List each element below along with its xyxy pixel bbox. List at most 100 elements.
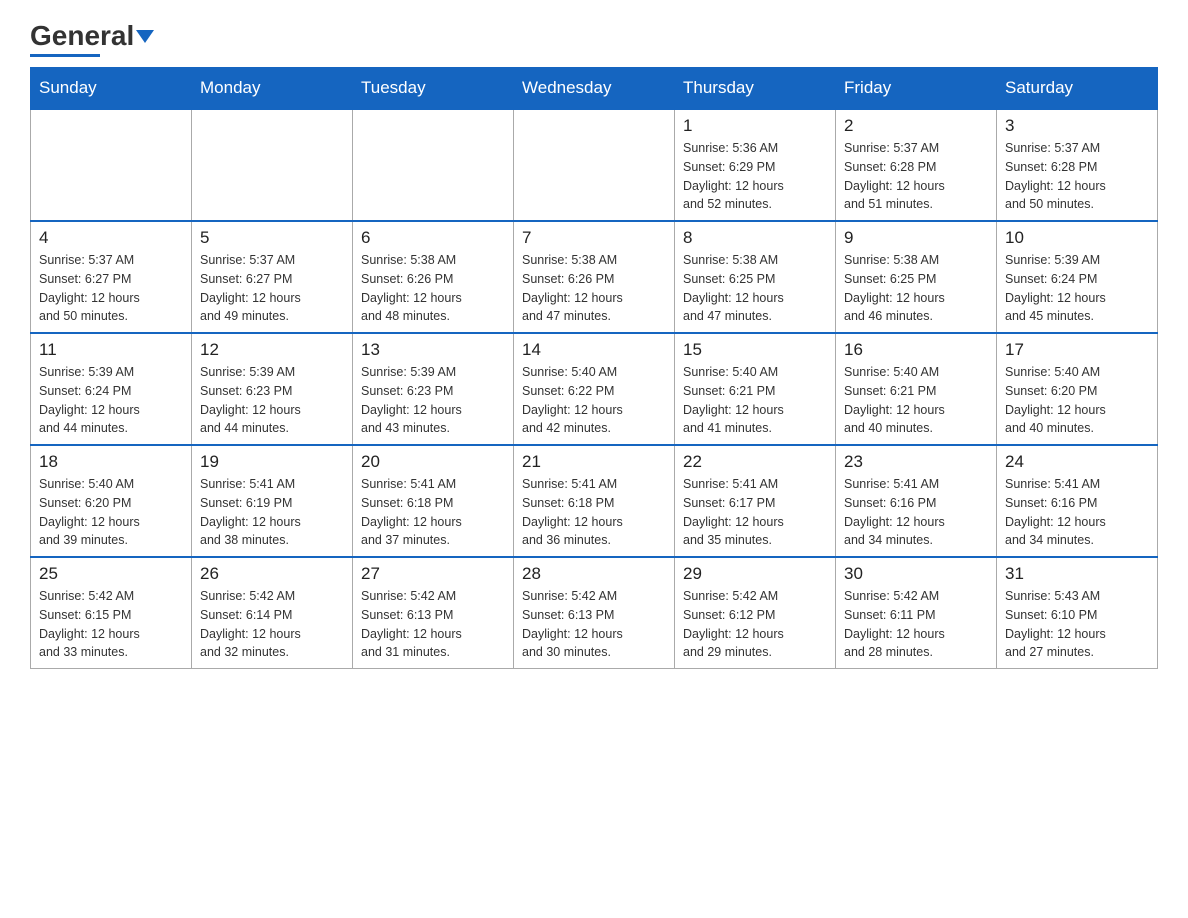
day-number: 30	[844, 564, 988, 584]
day-info: Sunrise: 5:36 AMSunset: 6:29 PMDaylight:…	[683, 139, 827, 214]
day-number: 26	[200, 564, 344, 584]
calendar-cell: 13Sunrise: 5:39 AMSunset: 6:23 PMDayligh…	[353, 333, 514, 445]
day-info: Sunrise: 5:41 AMSunset: 6:18 PMDaylight:…	[361, 475, 505, 550]
calendar-cell: 10Sunrise: 5:39 AMSunset: 6:24 PMDayligh…	[997, 221, 1158, 333]
day-info: Sunrise: 5:39 AMSunset: 6:24 PMDaylight:…	[1005, 251, 1149, 326]
logo: General	[30, 20, 154, 57]
day-info: Sunrise: 5:42 AMSunset: 6:14 PMDaylight:…	[200, 587, 344, 662]
calendar-cell: 21 Sunrise: 5:41 AMSunset: 6:18 PMDayligh…	[514, 445, 675, 557]
day-info: Sunrise: 5:40 AMSunset: 6:22 PMDaylight:…	[522, 363, 666, 438]
day-number: 13	[361, 340, 505, 360]
week-row-1: 1 Sunrise: 5:36 AMSunset: 6:29 PMDaylight…	[31, 109, 1158, 221]
day-number: 18	[39, 452, 183, 472]
day-number: 5	[200, 228, 344, 248]
calendar-cell	[192, 109, 353, 221]
day-info: Sunrise: 5:40 AMSunset: 6:21 PMDaylight:…	[683, 363, 827, 438]
page-header: General	[30, 20, 1158, 57]
calendar-cell: 19Sunrise: 5:41 AMSunset: 6:19 PMDayligh…	[192, 445, 353, 557]
calendar-cell: 15 Sunrise: 5:40 AMSunset: 6:21 PMDayligh…	[675, 333, 836, 445]
calendar-cell: 16Sunrise: 5:40 AMSunset: 6:21 PMDayligh…	[836, 333, 997, 445]
day-info: Sunrise: 5:41 AMSunset: 6:18 PMDaylight:…	[522, 475, 666, 550]
week-row-5: 25 Sunrise: 5:42 AMSunset: 6:15 PMDayligh…	[31, 557, 1158, 669]
day-info: Sunrise: 5:41 AMSunset: 6:19 PMDaylight:…	[200, 475, 344, 550]
day-info: Sunrise: 5:42 AMSunset: 6:13 PMDaylight:…	[361, 587, 505, 662]
day-number: 11	[39, 340, 183, 360]
header-row: SundayMondayTuesdayWednesdayThursdayFrid…	[31, 68, 1158, 110]
day-number: 15	[683, 340, 827, 360]
day-number: 21	[522, 452, 666, 472]
day-number: 12	[200, 340, 344, 360]
calendar-cell: 2 Sunrise: 5:37 AMSunset: 6:28 PMDaylight…	[836, 109, 997, 221]
day-info: Sunrise: 5:40 AMSunset: 6:21 PMDaylight:…	[844, 363, 988, 438]
day-info: Sunrise: 5:42 AMSunset: 6:13 PMDaylight:…	[522, 587, 666, 662]
day-number: 20	[361, 452, 505, 472]
day-number: 23	[844, 452, 988, 472]
calendar-cell: 29Sunrise: 5:42 AMSunset: 6:12 PMDayligh…	[675, 557, 836, 669]
calendar-cell: 4 Sunrise: 5:37 AMSunset: 6:27 PMDaylight…	[31, 221, 192, 333]
day-info: Sunrise: 5:39 AMSunset: 6:24 PMDaylight:…	[39, 363, 183, 438]
calendar-cell: 3Sunrise: 5:37 AMSunset: 6:28 PMDaylight…	[997, 109, 1158, 221]
calendar-cell: 28 Sunrise: 5:42 AMSunset: 6:13 PMDayligh…	[514, 557, 675, 669]
day-info: Sunrise: 5:38 AMSunset: 6:25 PMDaylight:…	[844, 251, 988, 326]
day-number: 24	[1005, 452, 1149, 472]
calendar-cell: 6 Sunrise: 5:38 AMSunset: 6:26 PMDaylight…	[353, 221, 514, 333]
day-number: 22	[683, 452, 827, 472]
calendar-cell	[353, 109, 514, 221]
calendar-cell: 9 Sunrise: 5:38 AMSunset: 6:25 PMDaylight…	[836, 221, 997, 333]
day-info: Sunrise: 5:42 AMSunset: 6:11 PMDaylight:…	[844, 587, 988, 662]
calendar-cell: 22 Sunrise: 5:41 AMSunset: 6:17 PMDayligh…	[675, 445, 836, 557]
calendar-cell: 30 Sunrise: 5:42 AMSunset: 6:11 PMDayligh…	[836, 557, 997, 669]
day-info: Sunrise: 5:39 AMSunset: 6:23 PMDaylight:…	[200, 363, 344, 438]
calendar-cell: 31 Sunrise: 5:43 AMSunset: 6:10 PMDayligh…	[997, 557, 1158, 669]
day-info: Sunrise: 5:41 AMSunset: 6:17 PMDaylight:…	[683, 475, 827, 550]
day-info: Sunrise: 5:41 AMSunset: 6:16 PMDaylight:…	[1005, 475, 1149, 550]
calendar-cell	[31, 109, 192, 221]
col-header-sunday: Sunday	[31, 68, 192, 110]
day-number: 4	[39, 228, 183, 248]
day-info: Sunrise: 5:41 AMSunset: 6:16 PMDaylight:…	[844, 475, 988, 550]
day-number: 7	[522, 228, 666, 248]
day-number: 6	[361, 228, 505, 248]
day-info: Sunrise: 5:38 AMSunset: 6:26 PMDaylight:…	[361, 251, 505, 326]
logo-main-text: General	[30, 20, 154, 52]
day-info: Sunrise: 5:43 AMSunset: 6:10 PMDaylight:…	[1005, 587, 1149, 662]
day-number: 29	[683, 564, 827, 584]
calendar-cell: 25 Sunrise: 5:42 AMSunset: 6:15 PMDayligh…	[31, 557, 192, 669]
day-number: 17	[1005, 340, 1149, 360]
calendar-cell: 18 Sunrise: 5:40 AMSunset: 6:20 PMDayligh…	[31, 445, 192, 557]
week-row-2: 4 Sunrise: 5:37 AMSunset: 6:27 PMDaylight…	[31, 221, 1158, 333]
day-info: Sunrise: 5:37 AMSunset: 6:28 PMDaylight:…	[1005, 139, 1149, 214]
logo-underline	[30, 54, 100, 57]
calendar-table: SundayMondayTuesdayWednesdayThursdayFrid…	[30, 67, 1158, 669]
day-info: Sunrise: 5:38 AMSunset: 6:26 PMDaylight:…	[522, 251, 666, 326]
day-number: 27	[361, 564, 505, 584]
day-info: Sunrise: 5:37 AMSunset: 6:27 PMDaylight:…	[39, 251, 183, 326]
col-header-saturday: Saturday	[997, 68, 1158, 110]
day-number: 2	[844, 116, 988, 136]
col-header-friday: Friday	[836, 68, 997, 110]
day-number: 8	[683, 228, 827, 248]
day-number: 28	[522, 564, 666, 584]
day-info: Sunrise: 5:42 AMSunset: 6:15 PMDaylight:…	[39, 587, 183, 662]
day-number: 9	[844, 228, 988, 248]
calendar-cell: 5 Sunrise: 5:37 AMSunset: 6:27 PMDaylight…	[192, 221, 353, 333]
day-number: 1	[683, 116, 827, 136]
day-info: Sunrise: 5:40 AMSunset: 6:20 PMDaylight:…	[39, 475, 183, 550]
day-info: Sunrise: 5:37 AMSunset: 6:27 PMDaylight:…	[200, 251, 344, 326]
calendar-cell: 20 Sunrise: 5:41 AMSunset: 6:18 PMDayligh…	[353, 445, 514, 557]
calendar-cell: 1 Sunrise: 5:36 AMSunset: 6:29 PMDaylight…	[675, 109, 836, 221]
day-number: 31	[1005, 564, 1149, 584]
week-row-4: 18 Sunrise: 5:40 AMSunset: 6:20 PMDayligh…	[31, 445, 1158, 557]
col-header-wednesday: Wednesday	[514, 68, 675, 110]
calendar-cell: 26 Sunrise: 5:42 AMSunset: 6:14 PMDayligh…	[192, 557, 353, 669]
calendar-cell: 14Sunrise: 5:40 AMSunset: 6:22 PMDayligh…	[514, 333, 675, 445]
calendar-cell: 17 Sunrise: 5:40 AMSunset: 6:20 PMDayligh…	[997, 333, 1158, 445]
col-header-monday: Monday	[192, 68, 353, 110]
calendar-cell	[514, 109, 675, 221]
calendar-cell: 7 Sunrise: 5:38 AMSunset: 6:26 PMDaylight…	[514, 221, 675, 333]
calendar-cell: 11 Sunrise: 5:39 AMSunset: 6:24 PMDayligh…	[31, 333, 192, 445]
day-info: Sunrise: 5:40 AMSunset: 6:20 PMDaylight:…	[1005, 363, 1149, 438]
day-number: 25	[39, 564, 183, 584]
day-info: Sunrise: 5:37 AMSunset: 6:28 PMDaylight:…	[844, 139, 988, 214]
calendar-cell: 12 Sunrise: 5:39 AMSunset: 6:23 PMDayligh…	[192, 333, 353, 445]
